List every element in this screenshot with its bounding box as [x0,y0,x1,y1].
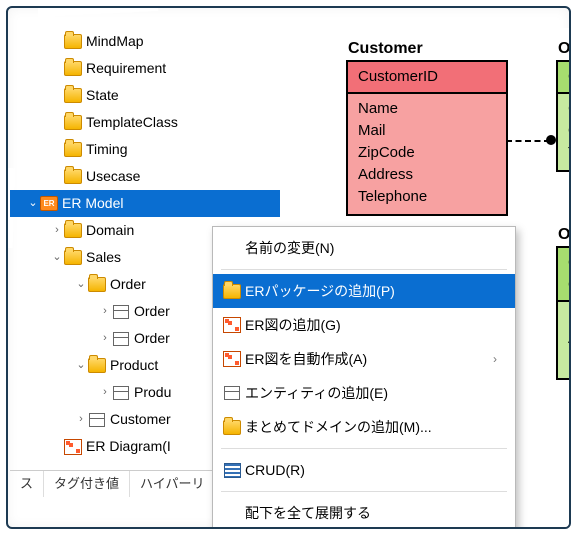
folder-icon [64,250,82,266]
folder-icon [64,61,82,77]
relation-endpoint [546,135,556,145]
entity-icon [112,331,130,347]
entity-attrs: NameMailZipCodeAddressTelephone [348,94,506,214]
expand-caret-icon[interactable] [26,190,40,217]
crud-icon [219,463,245,478]
tree-item-label: Timing [86,136,136,163]
expand-caret-icon[interactable] [50,244,64,271]
erd-icon [219,351,245,367]
expand-caret-icon[interactable] [74,352,88,379]
expand-caret-icon[interactable] [74,271,88,298]
tree-item-label: TemplateClass [86,109,186,136]
tree-item-label: MindMap [86,28,152,55]
entity-attrs: PrAmPri [558,302,571,378]
entity-icon [112,385,130,401]
tree-item-label: Customer [110,406,179,433]
erd-icon [64,439,82,455]
context-menu-item[interactable]: 配下を全て展開する [213,496,515,529]
tree-item-label: State [86,82,127,109]
expand-caret-icon[interactable] [50,217,64,244]
tree-item[interactable]: State [10,82,280,109]
entity-order-2[interactable]: Orde Or Or PrAmPri [556,246,571,380]
expand-caret-icon[interactable] [98,298,112,325]
folder-icon [88,358,106,374]
entity-order[interactable]: Ord O COT [556,60,571,172]
menu-item-label: 配下を全て展開する [245,503,497,523]
context-menu-item[interactable]: 名前の変更(N) [213,231,515,265]
entity-title: Customer [348,38,423,60]
folder-icon [64,142,82,158]
bottom-tab[interactable]: ハイパーリ [130,471,215,497]
menu-item-label: 名前の変更(N) [245,238,497,258]
tree-item[interactable]: MindMap [10,28,280,55]
expand-caret-icon[interactable] [98,379,112,406]
tree-item[interactable]: ER Model [10,190,280,217]
menu-item-label: ER図の追加(G) [245,315,497,335]
tree-item[interactable]: Timing [10,136,280,163]
tree-item-label: Order [134,325,178,352]
folder-icon [64,88,82,104]
context-menu-item[interactable]: ER図を自動作成(A)› [213,342,515,376]
tree-item-label: Produ [134,379,179,406]
entity-icon [112,304,130,320]
tree-item-label: ER Diagram(I [86,433,179,460]
tree-item-label: Requirement [86,55,174,82]
tree-item-label: ER Model [62,190,131,217]
context-menu-item[interactable]: まとめてドメインの追加(M)... [213,410,515,444]
menu-item-label: ERパッケージの追加(P) [245,281,497,301]
er-icon [40,196,58,212]
tree-item-label: Product [110,352,166,379]
tree-item-label: Usecase [86,163,148,190]
tree-item[interactable]: Usecase [10,163,280,190]
folder-icon [64,34,82,50]
context-menu-item[interactable]: エンティティの追加(E) [213,376,515,410]
folder-icon [88,277,106,293]
entity-customer[interactable]: Customer CustomerID NameMailZipCodeAddre… [346,60,508,216]
tree-item-label: Sales [86,244,129,271]
submenu-arrow-icon: › [493,352,497,366]
context-menu[interactable]: 名前の変更(N) ERパッケージの追加(P) ER図の追加(G) ER図を自動作成(A… [212,226,516,529]
folder-icon [64,223,82,239]
entity-title: Orde [558,224,571,246]
tree-item[interactable]: Requirement [10,55,280,82]
context-menu-item[interactable]: CRUD(R) [213,453,515,487]
folder-icon [64,115,82,131]
entity-icon [219,386,245,400]
entity-pk: Or Or [558,248,571,302]
menu-item-label: ER図を自動作成(A) [245,349,493,369]
entity-pk: CustomerID [348,62,506,94]
expand-caret-icon[interactable] [74,406,88,433]
bottom-tab[interactable]: タグ付き値 [44,471,130,497]
menu-item-label: エンティティの追加(E) [245,383,497,403]
folder-icon [64,169,82,185]
folder-icon [219,420,245,435]
bottom-tab[interactable]: ス [10,471,44,497]
tree-item-label: Order [134,298,178,325]
expand-caret-icon[interactable] [98,325,112,352]
tree-item[interactable]: TemplateClass [10,109,280,136]
entity-attrs: COT [558,94,571,170]
erd-icon [219,317,245,333]
folder-icon [219,284,245,299]
context-menu-item[interactable]: ER図の追加(G) [213,308,515,342]
menu-item-label: まとめてドメインの追加(M)... [245,417,497,437]
tree-item-label: Domain [86,217,142,244]
relation-line [506,140,550,142]
menu-item-label: CRUD(R) [245,462,497,478]
tree-item-label: Order [110,271,154,298]
entity-title: Ord [558,38,571,60]
entity-icon [88,412,106,428]
entity-pk: O [558,62,571,94]
context-menu-item[interactable]: ERパッケージの追加(P) [213,274,515,308]
